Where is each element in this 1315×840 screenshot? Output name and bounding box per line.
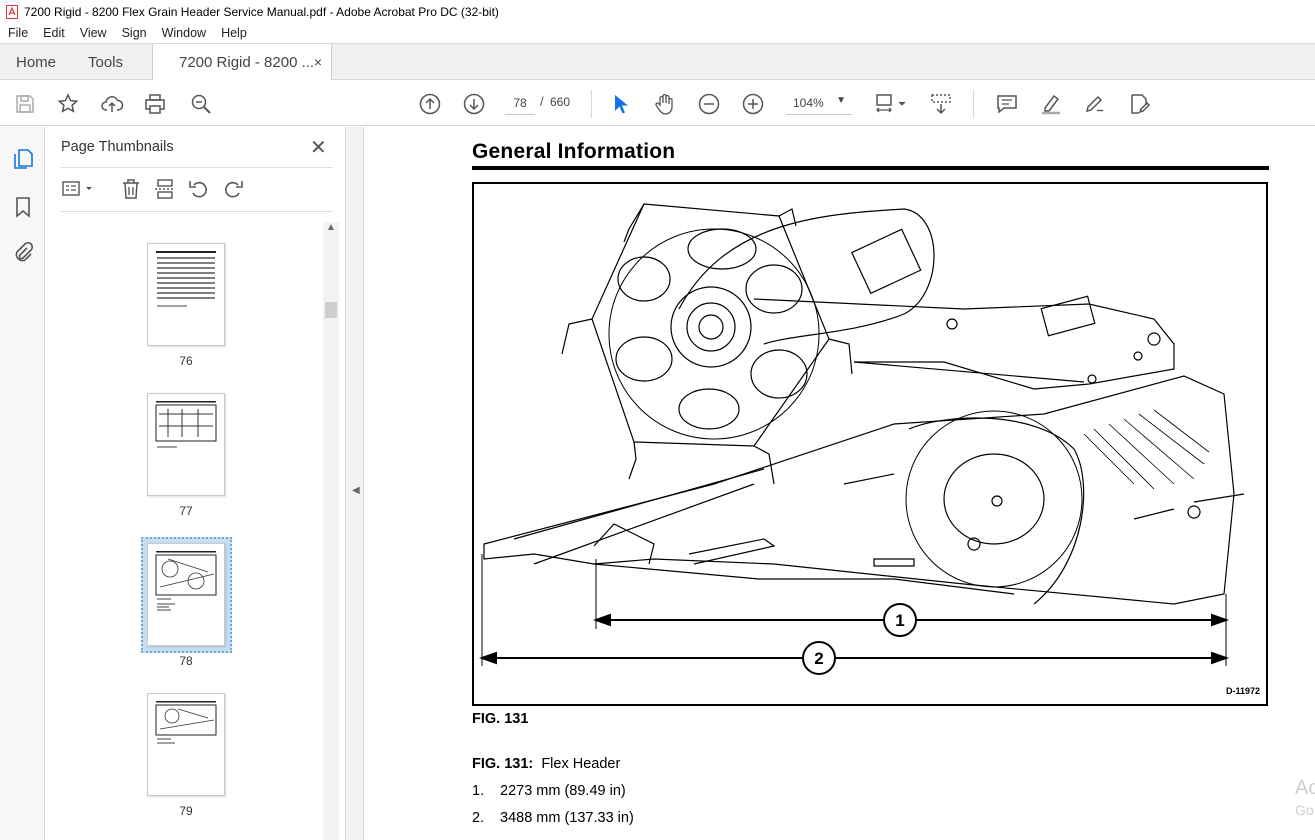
divider [61,211,333,212]
page-separator: / [540,94,544,109]
tab-tools[interactable]: Tools [88,44,123,80]
comment-icon[interactable] [995,92,1019,116]
toolbar: 78 / 660 104% ▼ [0,80,1315,126]
window-title: 7200 Rigid - 8200 Flex Grain Header Serv… [24,4,499,19]
menu-window[interactable]: Window [154,26,213,40]
zoom-in-icon[interactable] [741,92,765,116]
reel-frame [591,203,830,447]
draw-sign-icon[interactable] [1083,92,1107,116]
zoom-out-icon[interactable] [697,92,721,116]
title-bar: 7200 Rigid - 8200 Flex Grain Header Serv… [0,0,1315,23]
left-rail [0,127,45,840]
tab-document-label: 7200 Rigid - 8200 ... [179,53,315,71]
page-thumbnail-76[interactable] [147,243,225,346]
zoom-select[interactable]: 104% ▼ [786,91,852,115]
page-thumbnails-icon[interactable] [11,147,35,171]
figure-flex-header: 1 2 D-11972 [472,182,1268,706]
spec-number: 1. [472,783,485,799]
close-icon[interactable]: ✕ [310,135,327,160]
star-icon[interactable] [56,92,80,116]
hand-tool-icon[interactable] [653,92,677,116]
scroll-up-icon[interactable]: ▲ [326,222,336,233]
caption-prefix: FIG. 131: [472,756,534,772]
page-thumbnail-77[interactable] [147,393,225,496]
figure-label: FIG. 131 [472,711,529,727]
page-thumbnail-79[interactable] [147,693,225,796]
toolbar-divider [973,90,974,118]
callout-2-label: 2 [814,649,823,668]
callout-1-label: 1 [895,611,904,630]
search-zoom-icon[interactable] [189,92,213,116]
panel-splitter[interactable]: ◀ [345,127,364,840]
extract-pages-icon[interactable] [153,177,177,201]
spec-text: 2273 mm (89.49 in) [500,783,626,799]
page-label-76: 76 [179,354,193,368]
page-down-icon[interactable] [462,92,486,116]
thumbnail-tools [61,177,331,205]
caption-text: Flex Header [541,756,621,772]
scroll-mode-icon[interactable] [929,92,953,116]
spec-item: 2. 3488 mm (137.33 in) [472,810,634,826]
edit-pdf-icon[interactable] [1127,92,1151,116]
toolbar-divider [591,90,592,118]
select-cursor-icon[interactable] [609,92,633,116]
thumbnail-scrollbar[interactable]: ▲ [323,222,339,840]
collapse-panel-icon[interactable]: ◀ [352,485,360,496]
scrollbar-thumb[interactable] [325,302,337,318]
page-total: 660 [550,95,571,109]
spec-number: 2. [472,810,485,826]
delete-icon[interactable] [119,177,143,201]
page-label-79: 79 [179,804,193,818]
document-view[interactable]: General Information 1 2 D-11972 FIG. 131… [364,127,1315,840]
tab-home[interactable]: Home [16,44,56,80]
menu-edit[interactable]: Edit [35,26,72,40]
page-thumbnail-78[interactable] [147,543,225,646]
spec-item: 1. 2273 mm (89.49 in) [472,783,626,799]
rotate-cw-icon[interactable] [221,177,245,201]
panel-title: Page Thumbnails [61,139,174,155]
menu-sign[interactable]: Sign [114,26,154,40]
reel-hub [670,286,752,368]
page-label-77: 77 [179,504,193,518]
cloud-upload-icon[interactable] [100,92,124,116]
thumbnail-panel: Page Thumbnails ✕ 76 77 78 79 ▲ [45,127,345,840]
spec-text: 3488 mm (137.33 in) [500,810,634,826]
activation-watermark: Ac [1295,777,1315,799]
bookmark-icon[interactable] [11,195,35,219]
fit-page-icon[interactable] [874,92,908,116]
heading-rule [472,166,1269,170]
acrobat-icon [6,4,18,19]
auger [943,453,1045,545]
attachment-icon[interactable] [11,241,35,265]
activation-watermark-sub: Go [1295,802,1314,818]
options-menu-icon[interactable] [61,177,95,201]
figure-caption: FIG. 131: Flex Header [472,756,620,772]
page-heading: General Information [472,140,676,163]
rotate-ccw-icon[interactable] [187,177,211,201]
page-number-input[interactable]: 78 [505,91,535,115]
tab-close-icon[interactable]: × [314,54,322,70]
page-label-78: 78 [179,654,193,668]
reel-motor [851,228,922,295]
print-icon[interactable] [143,92,167,116]
highlight-pen-icon[interactable] [1039,92,1063,116]
chevron-down-icon: ▼ [836,95,846,106]
menu-file[interactable]: File [0,26,35,40]
divider [61,167,333,168]
save-icon[interactable] [13,92,37,116]
tab-bar: Home Tools 7200 Rigid - 8200 ... × [0,43,1315,80]
tab-document[interactable]: 7200 Rigid - 8200 ... × [152,44,332,80]
menu-view[interactable]: View [72,26,114,40]
page-up-icon[interactable] [418,92,442,116]
menu-bar: File Edit View Sign Window Help [0,23,1315,43]
menu-help[interactable]: Help [213,26,254,40]
header-drawing: 1 2 [479,203,1245,675]
zoom-value: 104% [793,95,824,110]
figure-code: D-11972 [1225,686,1260,696]
